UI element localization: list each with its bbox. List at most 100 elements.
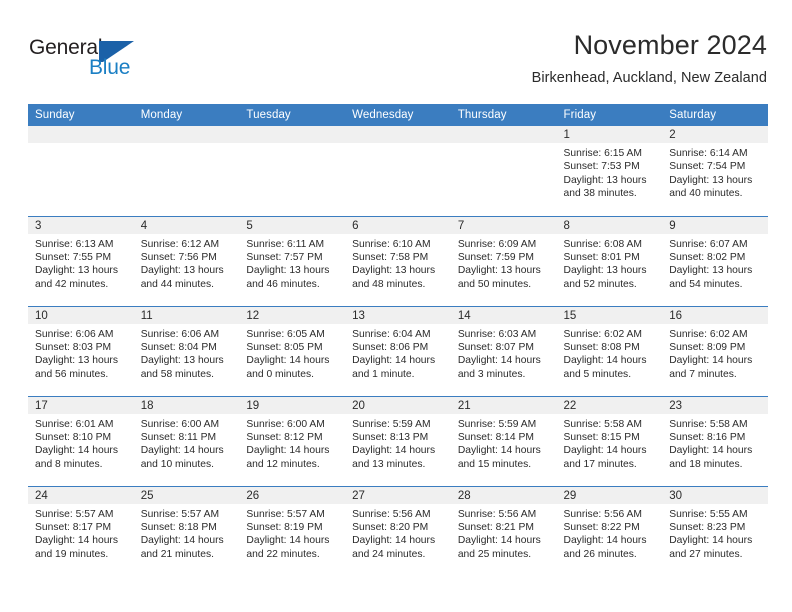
daylight-text-line1: Daylight: 14 hours <box>352 355 436 367</box>
calendar-day-cell[interactable]: 26 Sunrise: 5:57 AM Sunset: 8:19 PM Dayligh… <box>239 485 346 576</box>
calendar-day-cell[interactable]: 4 Sunrise: 6:12 AM Sunset: 7:56 PM Daylight… <box>133 215 240 306</box>
sunrise-text: Sunrise: 5:59 AM <box>457 418 537 430</box>
daylight-text-line2: and 15 minutes. <box>457 458 532 470</box>
daylight-text-line2: and 54 minutes. <box>669 278 743 290</box>
daylight-text-line1: Daylight: 13 hours <box>457 265 541 277</box>
day-number <box>345 126 451 143</box>
day-number: 27 <box>345 486 451 504</box>
daylight-text-line2: and 22 minutes. <box>246 548 320 560</box>
daylight-text-line2: and 0 minutes. <box>246 368 314 380</box>
sunset-text: Sunset: 7:54 PM <box>669 161 746 173</box>
calendar-day-cell[interactable]: 25 Sunrise: 5:57 AM Sunset: 8:18 PM Dayligh… <box>133 485 240 576</box>
calendar-day-cell[interactable]: 9 Sunrise: 6:07 AM Sunset: 8:02 PM Daylight… <box>662 215 768 306</box>
calendar-day-cell[interactable]: 3 Sunrise: 6:13 AM Sunset: 7:55 PM Daylight… <box>28 215 134 306</box>
sunrise-text: Sunrise: 6:15 AM <box>563 148 642 159</box>
day-cell-details: Sunrise: 6:06 AM Sunset: 8:04 PM Daylight:… <box>134 324 240 382</box>
day-number: 11 <box>133 306 240 324</box>
sunset-text: Sunset: 8:03 PM <box>35 341 112 353</box>
calendar-day-cell[interactable]: 20 Sunrise: 5:59 AM Sunset: 8:13 PM Dayligh… <box>345 395 451 486</box>
day-cell-details: Sunrise: 6:02 AM Sunset: 8:09 PM Daylight:… <box>662 324 768 382</box>
daylight-text-line1: Daylight: 14 hours <box>563 355 647 367</box>
sunrise-text: Sunrise: 6:00 AM <box>140 418 220 430</box>
sunrise-text: Sunrise: 5:56 AM <box>352 508 431 520</box>
day-cell-details: Sunrise: 5:56 AM Sunset: 8:20 PM Daylight:… <box>345 504 451 562</box>
daylight-text-line2: and 44 minutes. <box>140 278 214 290</box>
sunset-text: Sunset: 8:05 PM <box>246 341 323 353</box>
day-cell-details: Sunrise: 6:00 AM Sunset: 8:11 PM Daylight:… <box>134 414 240 472</box>
calendar-day-cell[interactable]: 14 Sunrise: 6:03 AM Sunset: 8:07 PM Dayligh… <box>450 305 557 396</box>
day-number: 25 <box>133 486 240 504</box>
calendar-day-cell[interactable]: 27 Sunrise: 5:56 AM Sunset: 8:20 PM Dayligh… <box>345 485 451 576</box>
day-number: 18 <box>133 396 240 414</box>
day-number: 5 <box>239 216 346 234</box>
calendar-day-cell[interactable]: 21 Sunrise: 5:59 AM Sunset: 8:14 PM Dayligh… <box>450 395 557 486</box>
calendar-day-cell[interactable]: 8 Sunrise: 6:08 AM Sunset: 8:01 PM Daylight… <box>556 215 663 306</box>
sunset-text: Sunset: 7:57 PM <box>246 251 323 263</box>
daylight-text-line2: and 7 minutes. <box>669 368 737 380</box>
generalblue-logo[interactable]: General Blue <box>29 36 159 84</box>
day-cell-details: Sunrise: 5:58 AM Sunset: 8:16 PM Daylight:… <box>662 414 768 472</box>
calendar-day-cell[interactable]: 11 Sunrise: 6:06 AM Sunset: 8:04 PM Dayligh… <box>133 305 240 396</box>
calendar-day-cell[interactable]: 22 Sunrise: 5:58 AM Sunset: 8:15 PM Dayligh… <box>556 395 663 486</box>
day-number <box>450 126 557 143</box>
daylight-text-line2: and 8 minutes. <box>35 458 103 470</box>
calendar-day-cell[interactable]: 23 Sunrise: 5:58 AM Sunset: 8:16 PM Dayligh… <box>662 395 768 486</box>
calendar-week-row: 10 Sunrise: 6:06 AM Sunset: 8:03 PM Dayligh… <box>28 305 768 396</box>
calendar-day-cell[interactable]: 29 Sunrise: 5:56 AM Sunset: 8:22 PM Dayligh… <box>556 485 663 576</box>
day-cell-details: Sunrise: 5:55 AM Sunset: 8:23 PM Daylight:… <box>662 504 768 562</box>
daylight-text-line1: Daylight: 14 hours <box>352 445 436 457</box>
sunrise-text: Sunrise: 6:11 AM <box>246 238 325 250</box>
day-number <box>28 126 134 143</box>
day-number: 30 <box>662 486 768 504</box>
day-cell-details: Sunrise: 6:04 AM Sunset: 8:06 PM Daylight:… <box>345 324 451 382</box>
calendar-day-cell[interactable]: 16 Sunrise: 6:02 AM Sunset: 8:09 PM Dayligh… <box>662 305 768 396</box>
sunset-text: Sunset: 8:06 PM <box>352 341 429 353</box>
sunset-text: Sunset: 7:59 PM <box>457 251 534 263</box>
calendar-day-cell[interactable]: 5 Sunrise: 6:11 AM Sunset: 7:57 PM Daylight… <box>239 215 346 306</box>
daylight-text-line2: and 13 minutes. <box>352 458 426 470</box>
day-number: 3 <box>28 216 134 234</box>
day-cell-details: Sunrise: 5:57 AM Sunset: 8:17 PM Daylight:… <box>28 504 134 562</box>
calendar-day-cell[interactable]: 19 Sunrise: 6:00 AM Sunset: 8:12 PM Dayligh… <box>239 395 346 486</box>
sunset-text: Sunset: 8:12 PM <box>246 431 323 443</box>
calendar-day-cell[interactable]: 2 Sunrise: 6:14 AM Sunset: 7:54 PM Daylight… <box>662 126 768 216</box>
sunrise-text: Sunrise: 6:04 AM <box>352 328 431 340</box>
calendar-day-cell[interactable]: 1 Sunrise: 6:15 AM Sunset: 7:53 PM Daylight… <box>556 126 663 216</box>
calendar-day-cell[interactable]: 17 Sunrise: 6:01 AM Sunset: 8:10 PM Dayligh… <box>28 395 134 486</box>
daylight-text-line2: and 17 minutes. <box>563 458 637 470</box>
day-number: 17 <box>28 396 134 414</box>
calendar-day-cell[interactable]: 30 Sunrise: 5:55 AM Sunset: 8:23 PM Dayligh… <box>662 485 768 576</box>
calendar-day-cell[interactable]: 13 Sunrise: 6:04 AM Sunset: 8:06 PM Dayligh… <box>345 305 451 396</box>
sunset-text: Sunset: 8:21 PM <box>457 521 534 533</box>
day-cell-details: Sunrise: 6:10 AM Sunset: 7:58 PM Daylight:… <box>345 234 451 292</box>
sunset-text: Sunset: 8:19 PM <box>246 521 323 533</box>
daylight-text-line2: and 12 minutes. <box>246 458 320 470</box>
daylight-text-line2: and 3 minutes. <box>457 368 526 380</box>
calendar-day-cell[interactable]: 10 Sunrise: 6:06 AM Sunset: 8:03 PM Dayligh… <box>28 305 134 396</box>
day-cell-details: Sunrise: 6:02 AM Sunset: 8:08 PM Daylight:… <box>557 324 663 382</box>
sunrise-text: Sunrise: 6:01 AM <box>35 418 114 430</box>
daylight-text-line1: Daylight: 13 hours <box>140 265 224 277</box>
calendar-day-cell[interactable]: 7 Sunrise: 6:09 AM Sunset: 7:59 PM Daylight… <box>450 215 557 306</box>
daylight-text-line1: Daylight: 14 hours <box>457 535 541 547</box>
daylight-text-line1: Daylight: 14 hours <box>563 445 647 457</box>
daylight-text-line2: and 40 minutes. <box>669 188 743 200</box>
calendar-day-cell[interactable]: 12 Sunrise: 6:05 AM Sunset: 8:05 PM Dayligh… <box>239 305 346 396</box>
sunset-text: Sunset: 8:09 PM <box>669 341 746 353</box>
calendar-day-cell[interactable]: 28 Sunrise: 5:56 AM Sunset: 8:21 PM Dayligh… <box>450 485 557 576</box>
weekday-header-saturday: Saturday <box>662 104 768 126</box>
day-cell-details: Sunrise: 6:11 AM Sunset: 7:57 PM Daylight:… <box>239 234 345 292</box>
calendar-day-cell[interactable]: 24 Sunrise: 5:57 AM Sunset: 8:17 PM Dayligh… <box>28 485 134 576</box>
calendar-week-row: 24 Sunrise: 5:57 AM Sunset: 8:17 PM Dayligh… <box>28 485 768 576</box>
sunrise-text: Sunrise: 5:56 AM <box>563 508 642 520</box>
calendar-day-cell[interactable]: 6 Sunrise: 6:10 AM Sunset: 7:58 PM Daylight… <box>345 215 451 306</box>
calendar-day-cell[interactable]: 18 Sunrise: 6:00 AM Sunset: 8:11 PM Dayligh… <box>133 395 240 486</box>
daylight-text-line2: and 26 minutes. <box>563 548 637 560</box>
calendar-day-cell[interactable]: 15 Sunrise: 6:02 AM Sunset: 8:08 PM Dayligh… <box>556 305 663 396</box>
weekday-header-sunday: Sunday <box>28 104 134 126</box>
daylight-text-line1: Daylight: 13 hours <box>669 174 753 186</box>
day-number: 8 <box>556 216 663 234</box>
daylight-text-line1: Daylight: 14 hours <box>669 445 753 457</box>
daylight-text-line1: Daylight: 14 hours <box>563 535 647 547</box>
calendar-page: General Blue November 2024 Birkenhead, A… <box>0 0 792 612</box>
